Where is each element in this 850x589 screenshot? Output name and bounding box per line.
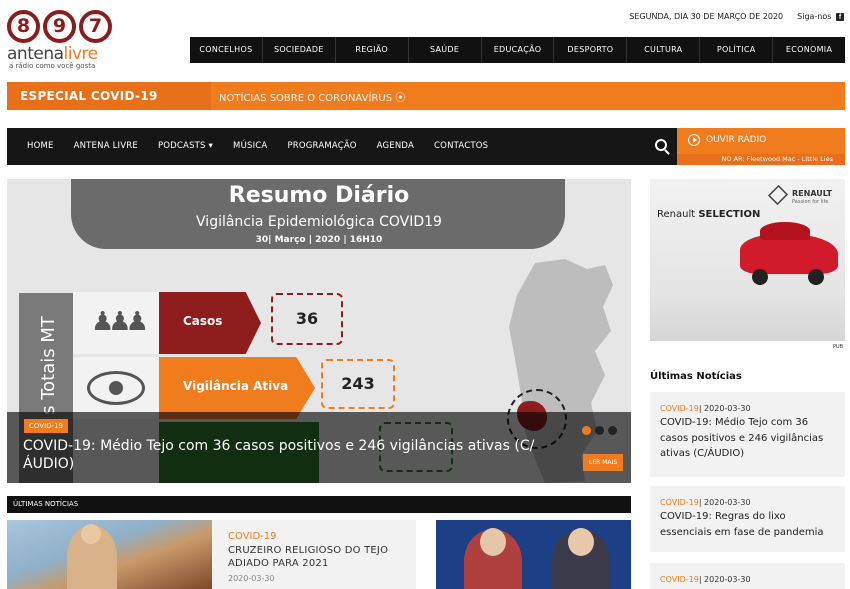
renault-ad[interactable]: RENAULT Passion for life Renault SELECTI… (650, 179, 845, 341)
nav-antena-livre[interactable]: ANTENA LIVRE (74, 128, 138, 165)
ad-brand: RENAULT (792, 189, 832, 198)
listen-radio-button[interactable]: OUVIR RÁDIO NO AR: Fleetwood Mac - Littl… (677, 128, 845, 165)
nav-musica[interactable]: MÚSICA (233, 128, 267, 165)
nav-contactos[interactable]: CONTACTOS (434, 128, 488, 165)
category-educacao[interactable]: EDUCAÇÃO (482, 37, 555, 63)
hero-category-tag[interactable]: COVID-19 (24, 419, 68, 433)
people-icon: ♟♟♟ (91, 307, 149, 337)
totals-label: s Totais MT (37, 316, 59, 415)
casos-label: Casos (183, 314, 223, 328)
main-nav: HOME ANTENA LIVRE PODCASTS ▾ MÚSICA PROG… (7, 128, 845, 165)
nav-podcasts[interactable]: PODCASTS ▾ (158, 128, 213, 165)
car-image (740, 222, 838, 274)
listen-radio-label: OUVIR RÁDIO (706, 135, 767, 145)
vigilancia-label: Vigilância Ativa (183, 379, 289, 393)
ad-brand-tagline: Passion for life (792, 199, 829, 205)
person-image (552, 528, 610, 589)
statue-image (67, 524, 117, 589)
vigilancia-value: 243 (321, 359, 395, 409)
sidebar-item-date: | 2020-03-30 (698, 575, 751, 584)
hero-image-date: 30| Março | 2020 | 16H10 (255, 235, 383, 245)
ad-selection-text: Renault SELECTION (657, 209, 760, 220)
sidebar-news-item[interactable]: COVID-19| 2020-03-30 COVID-19: Regras do… (650, 486, 845, 552)
news-card-date: 2020-03-30 (228, 574, 275, 583)
news-card-category[interactable]: COVID-19 (228, 531, 416, 542)
sidebar-item-date: | 2020-03-30 (698, 498, 751, 507)
sidebar-news-item[interactable]: COVID-19| 2020-03-30 (650, 563, 845, 589)
category-regiao[interactable]: REGIÃO (336, 37, 409, 63)
news-card-image[interactable] (7, 520, 212, 589)
slider-dot[interactable] (582, 426, 591, 435)
latest-news-bar: ÚLTIMAS NOTÍCIAS (7, 496, 631, 513)
slider-dots (582, 426, 617, 435)
category-economia[interactable]: ECONOMIA (773, 37, 845, 63)
facebook-icon[interactable]: f (836, 13, 844, 21)
header-date-bar: SEGUNDA, DIA 30 DE MARÇO DE 2020 Siga-no… (629, 12, 844, 21)
nav-agenda[interactable]: AGENDA (377, 128, 414, 165)
read-more-button[interactable]: LER MAIS (583, 454, 624, 471)
coronavirus-news-link[interactable]: NOTÍCIAS SOBRE O CORONAVÍRUS ⦿ (211, 89, 405, 104)
ad-label: PUB (833, 344, 844, 350)
sidebar-news-item[interactable]: COVID-19| 2020-03-30 COVID-19: Médio Tej… (650, 392, 845, 477)
logo-digit: 9 (43, 10, 76, 43)
sidebar-item-category[interactable]: COVID-19 (660, 575, 699, 584)
surveillance-eye-icon (87, 371, 145, 405)
person-image (464, 528, 522, 589)
hero-image-title: Resumo Diário (228, 183, 410, 208)
category-politica[interactable]: POLÍTICA (700, 37, 774, 63)
play-icon (688, 134, 700, 146)
current-date: SEGUNDA, DIA 30 DE MARÇO DE 2020 (629, 12, 784, 21)
news-card-title[interactable]: CRUZEIRO RELIGIOSO DO TEJO ADIADO PARA 2… (228, 544, 416, 570)
car-wheel (808, 269, 824, 285)
slider-dot[interactable] (608, 426, 617, 435)
logo-tagline: a rádio como você gosta (9, 62, 96, 70)
now-playing: NO AR: Fleetwood Mac - Little Lies (677, 154, 845, 165)
sidebar-item-category[interactable]: COVID-19 (660, 404, 699, 413)
site-logo[interactable]: 8 9 7 antenalivre a rádio como você gost… (7, 10, 117, 70)
ad-selection-a: Renault (657, 209, 699, 220)
hero-slider[interactable]: Resumo Diário Vigilância Epidemiológica … (7, 179, 631, 483)
hero-headline[interactable]: COVID-19: Médio Tejo com 36 casos positi… (23, 437, 543, 473)
sidebar-item-title[interactable]: COVID-19: Médio Tejo com 36 casos positi… (660, 415, 835, 462)
casos-arrow: Casos (159, 292, 261, 354)
ad-selection-b: SELECTION (698, 209, 761, 220)
logo-digit: 7 (79, 10, 112, 43)
logo-digit: 8 (7, 10, 40, 43)
car-wheel (752, 269, 768, 285)
category-concelhos[interactable]: CONCELHOS (190, 37, 263, 63)
sidebar-title: Últimas Notícias (650, 371, 742, 382)
sidebar-item-title[interactable]: COVID-19: Regras do lixo essenciais em f… (660, 509, 835, 540)
slider-dot[interactable] (595, 426, 604, 435)
category-desporto[interactable]: DESPORTO (554, 37, 628, 63)
covid-special-banner: ESPECIAL COVID-19 NOTÍCIAS SOBRE O CORON… (7, 82, 845, 110)
logo-word-antena: antena (7, 44, 64, 64)
follow-label: Siga-nos (797, 12, 832, 21)
news-card[interactable]: COVID-19 CRUZEIRO RELIGIOSO DO TEJO ADIA… (212, 520, 416, 589)
casos-value: 36 (271, 293, 343, 345)
hero-image-subtitle: Vigilância Epidemiológica COVID19 (196, 214, 442, 230)
logo-word-livre: livre (63, 44, 99, 64)
category-menu: CONCELHOS SOCIEDADE REGIÃO SAÚDE EDUCAÇÃ… (190, 37, 845, 63)
nav-programacao[interactable]: PROGRAMAÇÃO (287, 128, 356, 165)
category-sociedade[interactable]: SOCIEDADE (263, 37, 336, 63)
category-cultura[interactable]: CULTURA (627, 37, 701, 63)
sidebar-item-date: | 2020-03-30 (698, 404, 751, 413)
renault-logo-icon (767, 184, 789, 206)
news-card-image[interactable] (436, 520, 631, 589)
follow-us-link[interactable]: Siga-nos f (797, 12, 844, 21)
covid-special-title[interactable]: ESPECIAL COVID-19 (7, 82, 211, 110)
search-icon[interactable] (655, 139, 667, 151)
logo-wordmark: antenalivre (7, 44, 98, 64)
sidebar-item-category[interactable]: COVID-19 (660, 498, 699, 507)
category-saude[interactable]: SAÚDE (409, 37, 482, 63)
nav-home[interactable]: HOME (27, 128, 54, 165)
vigilancia-arrow: Vigilância Ativa (159, 357, 315, 419)
